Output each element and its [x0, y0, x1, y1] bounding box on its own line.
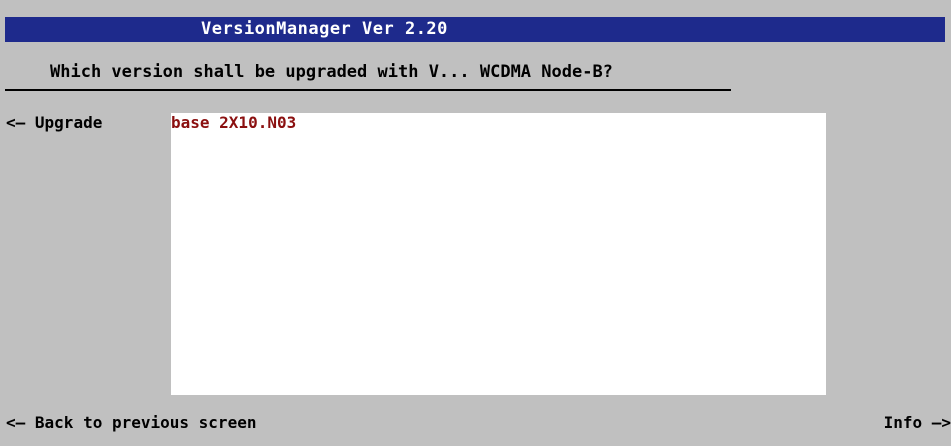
back-softkey[interactable]: <— Back to previous screen [6, 413, 256, 432]
left-arrow-icon: <— [6, 113, 26, 132]
left-arrow-icon: <— [6, 413, 26, 432]
title-bar: VersionManager Ver 2.20 [5, 17, 945, 42]
question-divider [5, 89, 731, 91]
version-list[interactable] [171, 113, 826, 395]
info-softkey[interactable]: Info —> [884, 413, 951, 432]
question-prompt: Which version shall be upgraded with V..… [50, 62, 613, 82]
version-list-item[interactable]: base 2X10.N03 [171, 113, 296, 132]
info-label: Info [883, 413, 923, 432]
back-label: Back to previous screen [34, 413, 257, 432]
window-title: VersionManager Ver 2.20 [201, 19, 448, 39]
right-arrow-icon: —> [931, 413, 951, 432]
upgrade-label: Upgrade [34, 113, 103, 132]
upgrade-softkey[interactable]: <— Upgrade [6, 113, 102, 132]
